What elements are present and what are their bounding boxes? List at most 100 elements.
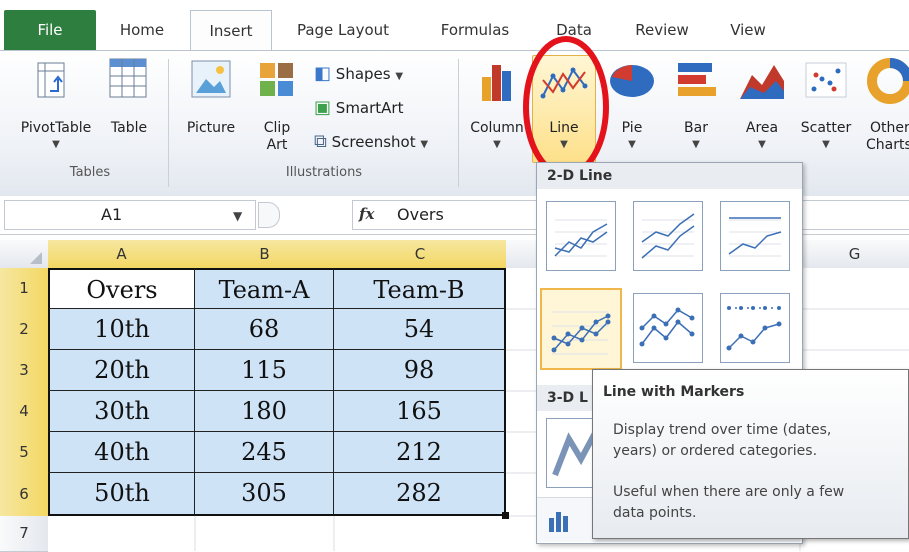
cell-b5[interactable]: 245 xyxy=(195,432,334,473)
fx-icon[interactable]: fx xyxy=(359,205,374,223)
chart-type-stacked-line-markers[interactable] xyxy=(633,293,703,363)
clip-art-label-line1: Clip xyxy=(263,120,291,136)
chevron-down-icon: ▼ xyxy=(758,139,766,150)
tooltip-description-line1: Display trend over time (dates, xyxy=(613,422,832,438)
percent-stacked-markers-thumbnail-icon xyxy=(726,306,782,351)
table-icon xyxy=(109,58,147,98)
tab-file[interactable]: File xyxy=(4,10,96,50)
column-header-b[interactable]: B xyxy=(195,240,335,268)
shapes-button[interactable]: ◧ Shapes ▼ xyxy=(314,61,403,87)
row-header-7[interactable]: 7 xyxy=(0,516,48,552)
select-all-corner[interactable] xyxy=(0,240,49,268)
line-thumbnail-icon xyxy=(554,219,608,257)
column-header-g[interactable]: G xyxy=(800,240,909,268)
group-label-illustrations: Illustrations xyxy=(285,165,363,180)
shapes-label: Shapes xyxy=(335,65,391,83)
cell-b4[interactable]: 180 xyxy=(195,391,334,432)
group-label-tables: Tables xyxy=(69,165,111,180)
chart-type-100-stacked-line[interactable] xyxy=(720,201,790,271)
cell-c6[interactable]: 282 xyxy=(334,473,506,516)
bar-label: Bar xyxy=(684,120,708,136)
column-header-a[interactable]: A xyxy=(48,240,196,268)
picture-button[interactable]: Picture xyxy=(178,55,244,155)
cell-c3[interactable]: 98 xyxy=(334,350,506,391)
tab-formulas[interactable]: Formulas xyxy=(430,10,520,50)
row-header-6[interactable]: 6 xyxy=(0,473,48,517)
resize-handle[interactable] xyxy=(258,202,280,228)
row7-gridlines xyxy=(194,516,335,551)
screenshot-button[interactable]: ⧉ Screenshot ▼ xyxy=(314,129,428,155)
row-header-1[interactable]: 1 xyxy=(0,268,48,310)
tooltip-description-line2: years) or ordered categories. xyxy=(613,443,818,459)
screenshot-icon: ⧉ xyxy=(314,131,327,152)
name-box[interactable]: A1 ▼ xyxy=(4,200,256,230)
scatter-chart-icon xyxy=(805,62,847,98)
cell-a1[interactable]: Overs xyxy=(48,268,195,309)
pivottable-label: PivotTable xyxy=(20,120,92,136)
smartart-label: SmartArt xyxy=(335,99,404,117)
clip-art-button[interactable]: Clip Art xyxy=(254,55,300,159)
chart-type-line[interactable] xyxy=(546,201,616,271)
cell-a4[interactable]: 30th xyxy=(48,391,195,432)
scatter-label: Scatter xyxy=(800,120,852,136)
table-label: Table xyxy=(110,120,148,136)
tab-view[interactable]: View xyxy=(720,10,776,50)
area-chart-icon xyxy=(740,65,784,99)
line-markers-thumbnail-icon xyxy=(551,311,611,355)
scatter-chart-button[interactable]: Scatter ▼ xyxy=(796,55,856,159)
column-chart-button[interactable]: Column ▼ xyxy=(466,55,528,159)
clip-art-icon xyxy=(260,63,293,96)
section-2d-line: 2-D Line xyxy=(537,163,802,189)
column-header-c[interactable]: C xyxy=(334,240,507,268)
other-label-line1: Other xyxy=(870,120,909,136)
chevron-down-icon: ▼ xyxy=(420,139,429,150)
cell-c5[interactable]: 212 xyxy=(334,432,506,473)
cell-b6[interactable]: 305 xyxy=(195,473,334,516)
pie-chart-button[interactable]: Pie ▼ xyxy=(604,55,660,159)
chevron-down-icon: ▼ xyxy=(52,139,60,150)
annotation-circle xyxy=(523,36,609,178)
tab-page-layout[interactable]: Page Layout xyxy=(287,10,399,50)
picture-icon xyxy=(191,60,231,98)
chevron-down-icon: ▼ xyxy=(233,209,243,223)
cell-b2[interactable]: 68 xyxy=(195,309,334,350)
cell-c4[interactable]: 165 xyxy=(334,391,506,432)
chevron-down-icon: ▼ xyxy=(692,139,700,150)
row-header-4[interactable]: 4 xyxy=(0,391,48,433)
other-charts-button[interactable]: Other Charts xyxy=(862,55,909,159)
pivottable-button[interactable]: PivotTable ▼ xyxy=(14,55,91,155)
picture-label: Picture xyxy=(186,120,236,136)
stacked-line-markers-thumbnail-icon xyxy=(639,307,695,347)
tab-home[interactable]: Home xyxy=(112,10,172,50)
row-header-5[interactable]: 5 xyxy=(0,432,48,474)
ribbon-tab-bar: File Home Insert Page Layout Formulas Da… xyxy=(0,0,909,52)
formula-content: Overs xyxy=(397,205,444,224)
cell-c1[interactable]: Team-B xyxy=(334,268,506,309)
tab-insert[interactable]: Insert xyxy=(190,10,272,52)
group-divider xyxy=(458,59,459,187)
table-button[interactable]: Table xyxy=(104,55,154,155)
cell-a3[interactable]: 20th xyxy=(48,350,195,391)
row-header-2[interactable]: 2 xyxy=(0,309,48,351)
tab-review[interactable]: Review xyxy=(623,10,701,50)
chevron-down-icon: ▼ xyxy=(493,139,501,150)
bar-chart-icon xyxy=(678,63,716,96)
cell-c2[interactable]: 54 xyxy=(334,309,506,350)
bar-chart-button[interactable]: Bar ▼ xyxy=(668,55,724,159)
fill-handle[interactable] xyxy=(502,512,509,519)
corner-triangle-icon xyxy=(30,252,42,264)
chart-type-stacked-line[interactable] xyxy=(633,201,703,271)
cell-a2[interactable]: 10th xyxy=(48,309,195,350)
cell-a6[interactable]: 50th xyxy=(48,473,195,516)
chevron-down-icon: ▼ xyxy=(395,71,404,82)
smartart-button[interactable]: ▣ SmartArt xyxy=(314,95,403,121)
chart-type-100-stacked-line-markers[interactable] xyxy=(720,293,790,363)
chart-type-line-with-markers[interactable] xyxy=(540,288,622,370)
row-header-3[interactable]: 3 xyxy=(0,350,48,392)
area-chart-button[interactable]: Area ▼ xyxy=(734,55,790,159)
cell-a5[interactable]: 40th xyxy=(48,432,195,473)
all-charts-icon xyxy=(549,512,568,532)
pie-label: Pie xyxy=(621,120,643,136)
cell-b1[interactable]: Team-A xyxy=(195,268,334,309)
cell-b3[interactable]: 115 xyxy=(195,350,334,391)
